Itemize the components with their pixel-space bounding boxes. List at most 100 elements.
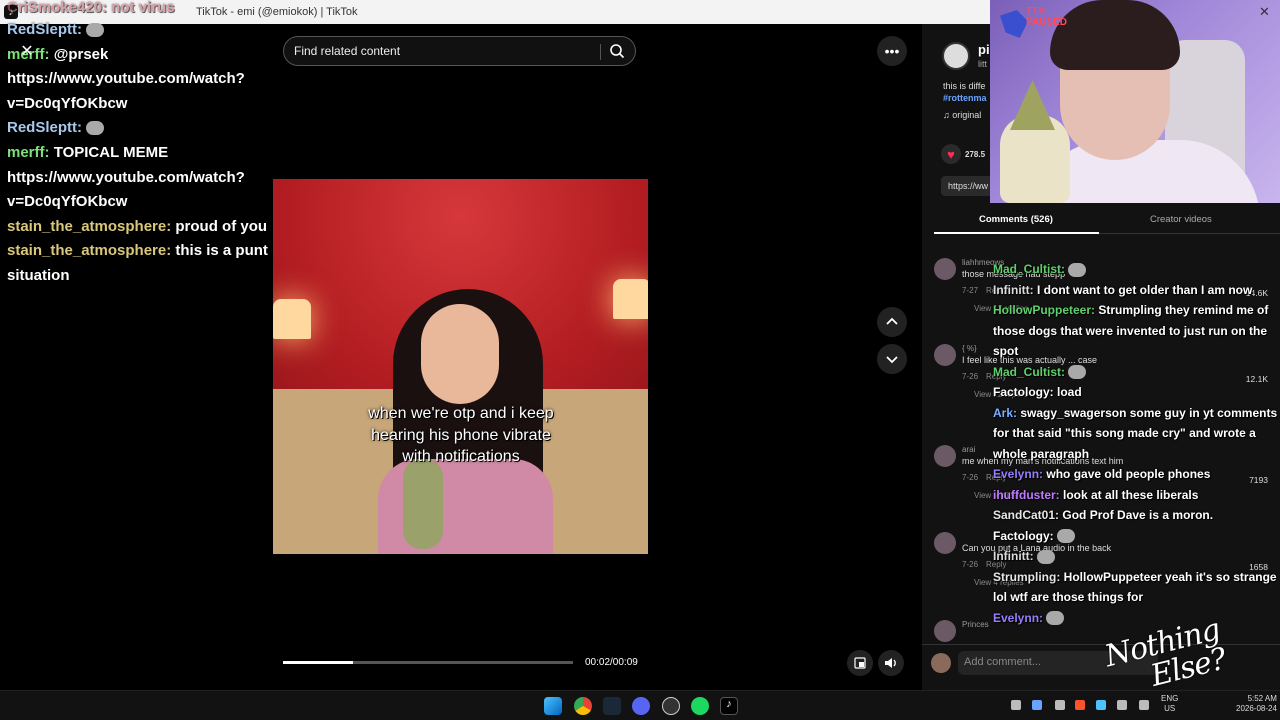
tiktok-taskbar-icon[interactable]: ♪ xyxy=(720,697,738,715)
search-input[interactable]: Find related content xyxy=(283,36,636,66)
chat-username[interactable]: RedSleptt: xyxy=(7,21,82,38)
taskbar-clock[interactable]: 5:52 AM 2026-08-24 xyxy=(1236,694,1277,714)
chat-message: not virus xyxy=(111,0,175,16)
chat-line: RedSleptt: xyxy=(7,116,300,141)
chat-username[interactable]: Evelynn: xyxy=(993,611,1043,625)
chat-line: Ark: swagy_swagerson some guy in yt comm… xyxy=(993,403,1280,465)
app-icon[interactable] xyxy=(662,697,680,715)
tray-display-icon[interactable] xyxy=(1096,700,1106,710)
chat-username[interactable]: Factology: xyxy=(993,529,1054,543)
chat-line: RedSleptt: xyxy=(7,18,300,43)
streamer-webcam xyxy=(990,0,1280,203)
tab-creator-videos[interactable]: Creator videos xyxy=(1150,214,1212,225)
chat-line: Infinitt: xyxy=(993,546,1280,567)
search-icon[interactable] xyxy=(609,43,625,59)
stream-chat-right: Mad_Cultist: Infinitt: I dont want to ge… xyxy=(993,259,1280,628)
region-code: US xyxy=(1164,704,1176,713)
language-indicator[interactable]: ENG US xyxy=(1161,694,1178,714)
search-divider xyxy=(600,44,601,60)
chat-left-lines: RedSleptt: merff: @prsek https://www.you… xyxy=(7,18,300,289)
chat-line: Factology: load xyxy=(993,382,1280,403)
tray-brave-icon[interactable] xyxy=(1075,700,1085,710)
commenter-avatar[interactable] xyxy=(934,344,956,366)
tray-app-icon[interactable] xyxy=(1055,700,1065,710)
like-button[interactable]: ♥ xyxy=(941,144,961,164)
chat-message: look at all these liberals xyxy=(1063,487,1199,502)
tab-comments[interactable]: Comments (526) xyxy=(979,214,1053,225)
video-time: 00:02/00:09 xyxy=(585,657,638,668)
chat-username[interactable]: Mad_Cultist: xyxy=(993,365,1065,379)
more-options-button[interactable]: ••• xyxy=(877,36,907,66)
comment-date: 7-26 xyxy=(962,372,979,381)
picture-in-picture-button[interactable] xyxy=(847,650,873,676)
commenter-avatar[interactable] xyxy=(934,258,956,280)
chat-username[interactable]: Infinitt: xyxy=(993,283,1034,297)
active-tab-underline xyxy=(934,232,1099,234)
chat-message: who gave old people phones xyxy=(1046,467,1211,481)
like-count: 278.5 xyxy=(965,150,986,159)
previous-video-button[interactable] xyxy=(877,307,907,337)
chat-username[interactable]: stain_the_atmosphere: xyxy=(7,242,171,259)
close-icon[interactable]: ✕ xyxy=(16,40,38,62)
spotify-icon[interactable] xyxy=(691,697,709,715)
chat-username[interactable]: Evelynn: xyxy=(993,467,1043,481)
chat-line: Evelynn: who gave old people phones xyxy=(993,464,1280,485)
commenter-avatar[interactable] xyxy=(934,532,956,554)
chat-line: stain_the_atmosphere: proud of you xyxy=(7,215,300,240)
chat-line: HollowPuppeteer: Strumpling they remind … xyxy=(993,300,1280,362)
commenter-avatar[interactable] xyxy=(934,445,956,467)
chat-username[interactable]: merff: xyxy=(7,144,50,161)
chat-username[interactable]: stain_the_atmosphere: xyxy=(7,218,171,235)
commenter-name[interactable]: arai xyxy=(962,445,975,454)
video-frame[interactable]: when we're otp and i keep hearing his ph… xyxy=(273,179,648,554)
person-face xyxy=(421,304,499,404)
microphone xyxy=(403,459,443,549)
chat-line: ihuffduster: look at all these liberals xyxy=(993,485,1280,506)
commenter-avatar[interactable] xyxy=(934,620,956,642)
chevron-down-icon xyxy=(886,356,898,364)
chrome-icon[interactable] xyxy=(574,697,592,715)
next-video-button[interactable] xyxy=(877,344,907,374)
creator-avatar[interactable] xyxy=(942,42,970,70)
chat-username[interactable]: HollowPuppeteer: xyxy=(993,303,1095,317)
sound-link[interactable]: ♫ original xyxy=(943,110,981,120)
steam-icon[interactable] xyxy=(603,697,621,715)
discord-icon[interactable] xyxy=(632,697,650,715)
chat-username[interactable]: Strumpling: xyxy=(993,570,1060,584)
chat-username[interactable]: Infinitt: xyxy=(993,549,1034,563)
video-player[interactable]: Find related content when we're otp and … xyxy=(273,24,648,690)
heart-icon: ♥ xyxy=(947,146,955,162)
emote-icon xyxy=(86,23,105,38)
tray-mic-icon[interactable] xyxy=(1117,700,1127,710)
video-progress-bar[interactable] xyxy=(283,661,573,664)
windows-start-icon[interactable] xyxy=(544,697,562,715)
chat-message: I dont want to get older than I am now xyxy=(1037,282,1253,297)
chat-message: proud of you xyxy=(175,217,268,235)
hashtag-link[interactable]: #rottenma xyxy=(943,93,987,103)
chat-line: merff: @prsek https://www.youtube.com/wa… xyxy=(7,43,300,117)
chat-username[interactable]: Ark: xyxy=(993,406,1017,420)
paused-label: PAUSED xyxy=(1026,17,1067,28)
comment-date: 7-27 xyxy=(962,286,979,295)
tray-steam-icon[interactable] xyxy=(1032,700,1042,710)
volume-button[interactable] xyxy=(878,650,904,676)
commenter-name[interactable]: { %} xyxy=(962,344,977,353)
chat-line: Strumpling: HollowPuppeteer yeah it's so… xyxy=(993,567,1280,608)
tray-network-icon[interactable] xyxy=(1139,700,1149,710)
chat-username[interactable]: RedSleptt: xyxy=(7,119,82,136)
tts-label: TTS xyxy=(1026,6,1045,17)
chat-ghost-line: CriSmoke420: not virus xyxy=(7,0,175,21)
mascot-hat xyxy=(1010,80,1055,130)
panel-tabs: Comments (526) Creator videos xyxy=(934,208,1280,234)
chat-line: Infinitt: I dont want to get older than … xyxy=(993,280,1280,301)
chat-username[interactable]: SandCat01: xyxy=(993,508,1059,522)
video-caption: when we're otp and i keep hearing his ph… xyxy=(368,405,554,465)
commenter-name[interactable]: Princes xyxy=(962,620,989,629)
tray-chevron-icon[interactable] xyxy=(1011,700,1021,710)
creator-name[interactable]: pi xyxy=(978,42,990,57)
window-close-icon[interactable]: ✕ xyxy=(1259,4,1270,20)
chat-username[interactable]: Mad_Cultist: xyxy=(993,262,1065,276)
chat-username[interactable]: Factology: xyxy=(993,385,1054,399)
chat-username[interactable]: ihuffduster: xyxy=(993,488,1060,502)
chat-line: Mad_Cultist: xyxy=(993,259,1280,280)
